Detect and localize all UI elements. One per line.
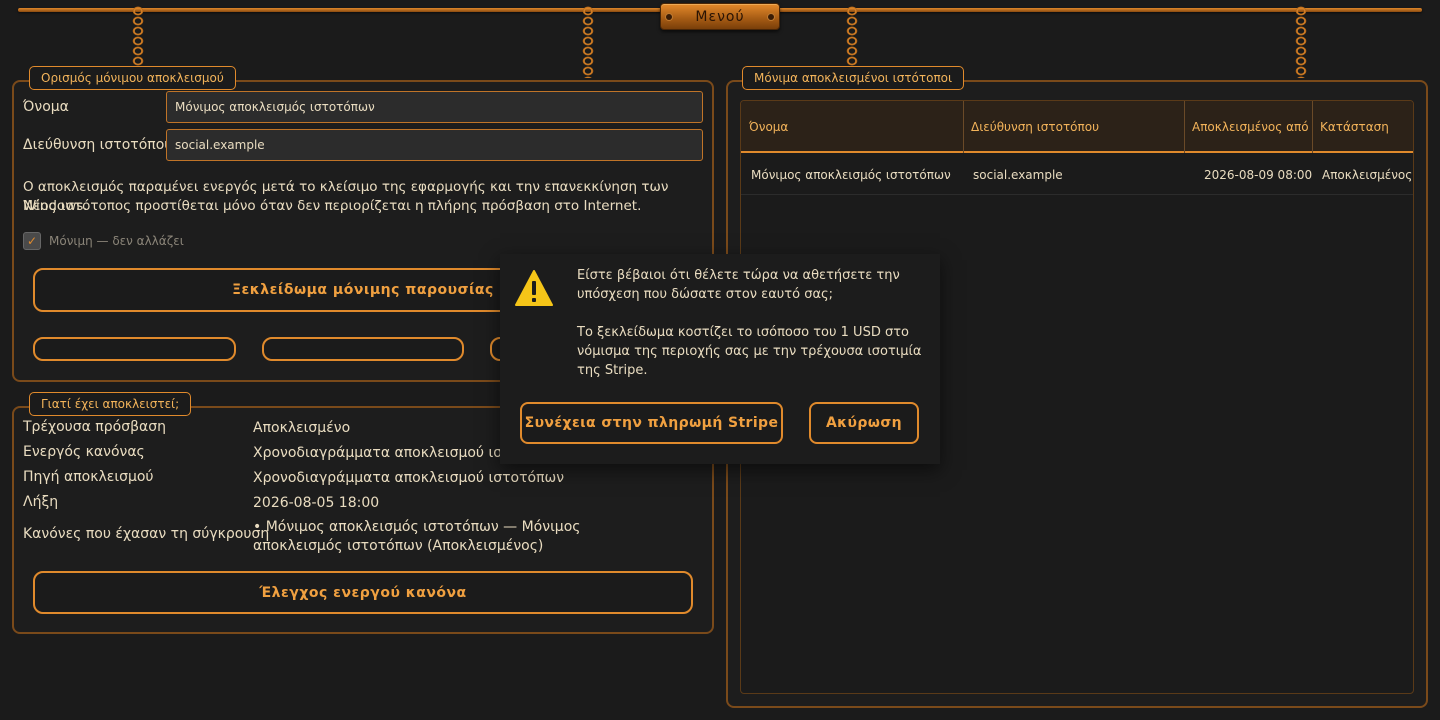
blocked-sites-panel-title: Μόνιμα αποκλεισμένοι ιστότοποι — [742, 66, 965, 90]
dialog-text-line-1: Είστε βέβαιοι ότι θέλετε τώρα να αθετήσε… — [577, 268, 900, 283]
action-button-1[interactable] — [33, 337, 236, 361]
chain-decoration — [1293, 6, 1309, 78]
cell-status: Αποκλεισμένος — [1322, 168, 1413, 182]
current-access-value: Αποκλεισμένο — [253, 420, 351, 436]
menu-button[interactable]: Μενού — [660, 3, 780, 30]
rivet-icon — [666, 14, 672, 20]
cell-site: social.example — [973, 168, 1063, 182]
rivet-icon — [768, 14, 774, 20]
block-source-value: Χρονοδιαγράμματα αποκλεισμού ιστοτόπων — [253, 470, 565, 486]
table-row[interactable]: Μόνιμος αποκλεισμός ιστοτόπων social.exa… — [741, 155, 1413, 195]
action-button-2[interactable] — [262, 337, 464, 361]
why-blocked-panel-title: Γιατί έχει αποκλειστεί; — [29, 392, 192, 416]
current-access-key: Τρέχουσα πρόσβαση — [23, 419, 166, 435]
name-field[interactable]: Μόνιμος αποκλεισμός ιστοτόπων — [166, 91, 703, 123]
column-header-status[interactable]: Κατάσταση — [1312, 101, 1413, 153]
menu-button-label: Μενού — [695, 8, 745, 25]
description-line-2: Νέος ιστότοπος προστίθεται μόνο όταν δεν… — [23, 198, 642, 214]
cell-name: Μόνιμος αποκλεισμός ιστοτόπων — [751, 168, 951, 182]
active-rule-key: Ενεργός κανόνας — [23, 444, 145, 460]
check-active-rule-button[interactable]: Έλεγχος ενεργού κανόνα — [33, 571, 693, 614]
continue-to-stripe-button[interactable]: Συνέχεια στην πληρωμή Stripe — [520, 402, 783, 444]
permanent-checkbox: ✓ — [23, 232, 41, 250]
cancel-button[interactable]: Ακύρωση — [809, 402, 919, 444]
column-header-blocked-since[interactable]: Αποκλεισμένος από — [1184, 101, 1312, 153]
table-header: Όνομα Διεύθυνση ιστοτόπου Αποκλεισμένος … — [741, 101, 1413, 153]
permanent-checkbox-label: Μόνιμη — δεν αλλάζει — [49, 234, 184, 248]
name-label: Όνομα — [23, 99, 69, 115]
dialog-text-line-4: νόμισμα της περιοχής σας με την τρέχουσα… — [577, 344, 922, 359]
lost-rules-key: Κανόνες που έχασαν τη σύγκρουση — [23, 526, 270, 542]
lost-rules-value: • Μόνιμος αποκλεισμός ιστοτόπων — Μόνιμο… — [253, 519, 581, 554]
column-header-name[interactable]: Όνομα — [741, 101, 963, 153]
warning-icon — [515, 270, 553, 306]
block-source-key: Πηγή αποκλεισμού — [23, 469, 154, 485]
cell-blocked-since: 2026-08-09 08:00 — [1204, 168, 1313, 182]
dialog-text-line-5: της Stripe. — [577, 363, 648, 378]
site-field[interactable]: social.example — [166, 129, 703, 161]
dialog-text-line-3: Το ξεκλείδωμα κοστίζει το ισόποσο του 1 … — [577, 325, 909, 340]
unlock-confirmation-dialog: Είστε βέβαιοι ότι θέλετε τώρα να αθετήσε… — [500, 254, 940, 464]
expiry-key: Λήξη — [23, 494, 59, 510]
chain-decoration — [580, 6, 596, 78]
expiry-value: 2026-08-05 18:00 — [253, 495, 380, 511]
permanent-block-panel-title: Ορισμός μόνιμου αποκλεισμού — [29, 66, 236, 90]
dialog-text-line-2: υπόσχεση που δώσατε στον εαυτό σας; — [577, 287, 834, 302]
site-label: Διεύθυνση ιστοτόπου — [23, 137, 173, 153]
column-header-site[interactable]: Διεύθυνση ιστοτόπου — [963, 101, 1184, 153]
